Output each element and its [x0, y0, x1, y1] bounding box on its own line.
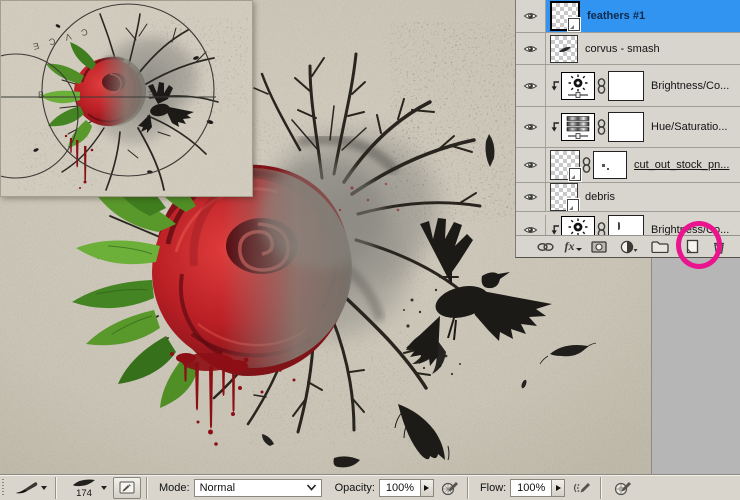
- clipping-mask-arrow-icon: [550, 121, 560, 133]
- pasted-layer-badge-icon: [569, 168, 581, 181]
- flow-pressure-button[interactable]: [611, 479, 635, 497]
- layer-thumbnail[interactable]: [550, 35, 578, 63]
- divider: [600, 477, 602, 499]
- layer-mask-thumbnail[interactable]: [593, 151, 627, 179]
- highlight-circle-annotation: [676, 221, 722, 269]
- tablet-pressure-icon: [614, 480, 632, 496]
- airbrush-button[interactable]: [569, 479, 595, 497]
- brush-options-bar: 174 Mode: Normal Opacity: 100% Flow: 100…: [0, 474, 740, 500]
- airbrush-icon: [572, 480, 592, 496]
- opacity-label: Opacity:: [335, 482, 375, 494]
- link-chain-icon: [597, 119, 606, 135]
- hue-saturation-adjustment-thumbnail[interactable]: [561, 113, 595, 141]
- layer-mask-thumbnail[interactable]: [608, 215, 644, 235]
- inset-preview-window[interactable]: Ǝ Ɔ Ʌ Ɔ B Ǝ: [0, 0, 253, 197]
- opacity-input[interactable]: 100%: [379, 479, 421, 497]
- link-layers-icon[interactable]: [534, 242, 556, 252]
- layer-mask-thumbnail[interactable]: [608, 71, 644, 101]
- flow-slider-button[interactable]: [552, 479, 565, 497]
- link-chain-icon: [597, 78, 606, 94]
- mode-select[interactable]: Normal: [194, 479, 322, 497]
- opacity-value: 100%: [386, 482, 414, 494]
- brightness-adjustment-thumbnail[interactable]: [561, 216, 595, 235]
- layer-name: Brightness/Co...: [651, 80, 729, 92]
- brush-tool-icon: [14, 480, 38, 496]
- visibility-eye-icon[interactable]: [516, 107, 546, 147]
- visibility-eye-icon[interactable]: [516, 215, 546, 235]
- new-adjustment-layer-icon[interactable]: [618, 240, 640, 254]
- visibility-eye-icon[interactable]: [516, 183, 546, 211]
- mode-value: Normal: [200, 482, 306, 494]
- pasted-layer-badge-icon: [568, 18, 580, 31]
- layer-row-corvus[interactable]: corvus - smash: [516, 33, 740, 65]
- brushes-palette-icon: [119, 481, 135, 494]
- toggle-brushes-palette-button[interactable]: [113, 477, 141, 499]
- divider: [467, 477, 469, 499]
- visibility-eye-icon[interactable]: [516, 33, 546, 64]
- photoshop-window: Ǝ Ɔ Ʌ Ɔ B Ǝ feathers #1: [0, 0, 740, 500]
- chevron-down-icon: [41, 486, 47, 490]
- pasted-layer-badge-icon: [567, 199, 579, 212]
- layers-panel: feathers #1 corvus - smash: [515, 0, 740, 258]
- layer-name: debris: [585, 191, 615, 203]
- layer-styles-fx-icon[interactable]: fx: [562, 239, 584, 254]
- link-chain-icon: [597, 222, 606, 235]
- inset-mark-right: Ǝ: [148, 90, 154, 100]
- clipping-mask-arrow-icon: [550, 80, 560, 92]
- layer-mask-thumbnail[interactable]: [608, 112, 644, 142]
- chevron-down-icon: [306, 484, 317, 491]
- layer-row-hue-saturation[interactable]: Hue/Saturatio...: [516, 107, 740, 148]
- layer-row-cut-out-stock[interactable]: cut_out_stock_pn...: [516, 148, 740, 183]
- clipping-mask-arrow-icon: [550, 224, 560, 235]
- brush-size-value: 174: [76, 489, 92, 499]
- layer-name: corvus - smash: [585, 43, 660, 55]
- new-group-folder-icon[interactable]: [648, 240, 672, 253]
- chevron-down-icon[interactable]: [101, 486, 107, 490]
- brush-preset-preview[interactable]: 174: [68, 476, 100, 500]
- link-chain-icon: [582, 157, 591, 173]
- layer-thumbnail[interactable]: [550, 183, 578, 211]
- inset-artwork: Ǝ Ɔ Ʌ Ɔ B Ǝ: [0, 0, 253, 197]
- visibility-eye-icon[interactable]: [516, 148, 546, 182]
- add-layer-mask-icon[interactable]: [588, 241, 610, 253]
- layer-row-feathers[interactable]: feathers #1: [516, 0, 740, 33]
- layer-row-brightness-1[interactable]: Brightness/Co...: [516, 65, 740, 107]
- divider: [146, 477, 148, 499]
- opacity-pressure-button[interactable]: [438, 479, 462, 497]
- layer-name: cut_out_stock_pn...: [634, 159, 729, 171]
- inset-mark-left: B: [38, 90, 44, 100]
- brush-tool-button[interactable]: [11, 479, 50, 497]
- flow-label: Flow:: [480, 482, 506, 494]
- layer-thumbnail[interactable]: [550, 150, 580, 180]
- toolbar-grip-handle[interactable]: [2, 479, 7, 497]
- flow-input[interactable]: 100%: [510, 479, 552, 497]
- visibility-eye-icon[interactable]: [516, 65, 546, 106]
- mode-label: Mode:: [159, 482, 190, 494]
- opacity-slider-button[interactable]: [421, 479, 434, 497]
- layer-name: Hue/Saturatio...: [651, 121, 727, 133]
- brightness-adjustment-thumbnail[interactable]: [561, 72, 595, 100]
- divider: [55, 477, 57, 499]
- brush-stroke-icon: [71, 477, 97, 488]
- flow-value: 100%: [517, 482, 545, 494]
- layer-row-debris[interactable]: debris: [516, 183, 740, 212]
- visibility-eye-icon[interactable]: [516, 0, 546, 32]
- layer-thumbnail[interactable]: [550, 1, 580, 31]
- tablet-pressure-icon: [441, 480, 459, 496]
- layer-name: feathers #1: [587, 10, 645, 22]
